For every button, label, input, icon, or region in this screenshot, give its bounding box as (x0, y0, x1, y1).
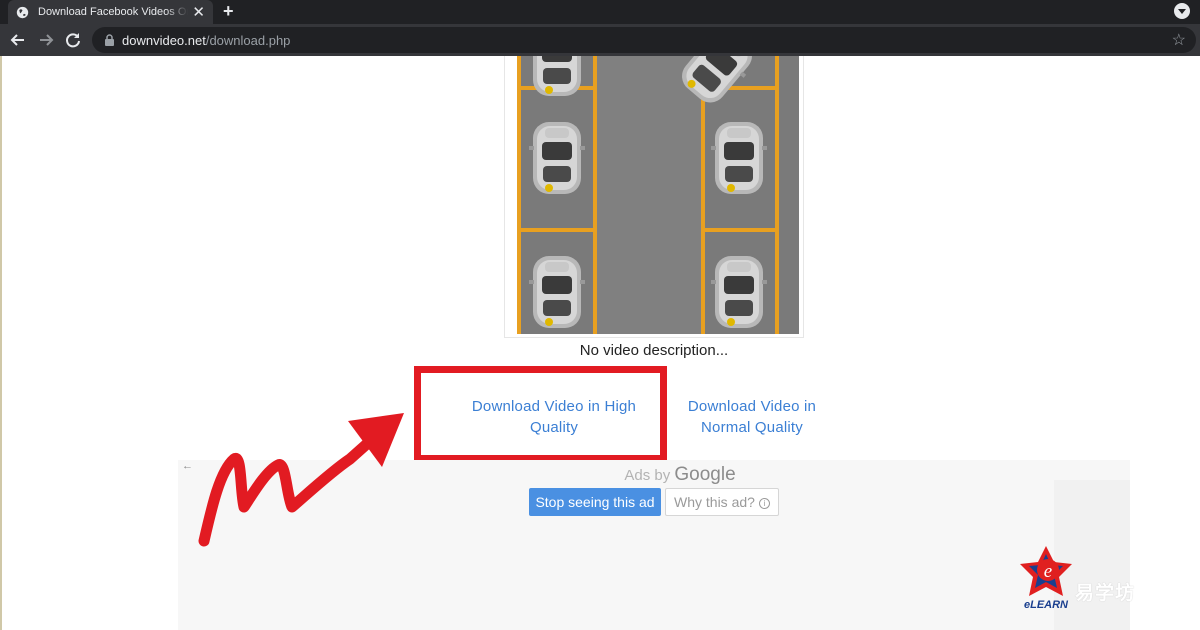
video-description: No video description... (579, 342, 729, 359)
stop-seeing-ad-button[interactable]: Stop seeing this ad (529, 488, 661, 516)
new-tab-icon[interactable]: + (223, 1, 234, 21)
video-thumbnail-frame (504, 56, 804, 338)
page-viewport: No video description... Download Video i… (0, 56, 1200, 630)
tab-search-icon[interactable] (1174, 3, 1190, 19)
watermark-text: 易学坊 (1075, 583, 1136, 604)
highlight-annotation-box (414, 366, 667, 462)
reload-icon[interactable] (63, 30, 83, 50)
close-tab-icon[interactable]: ✕ (192, 5, 205, 20)
address-bar[interactable]: downvideo.net/download.php ☆ (92, 27, 1196, 53)
browser-toolbar: downvideo.net/download.php ☆ (0, 24, 1200, 56)
browser-tab-bar: Download Facebook Videos Online ✕ + (0, 0, 1200, 24)
url-path: /download.php (205, 33, 291, 48)
forward-arrow-icon[interactable] (36, 30, 56, 50)
logo-letter: e (1044, 561, 1052, 582)
why-this-ad-button[interactable]: Why this ad? i (665, 488, 779, 516)
info-icon: i (758, 498, 770, 509)
globe-icon (16, 6, 29, 18)
google-brand: Google (674, 464, 736, 485)
ads-by-prefix: Ads by (624, 467, 671, 484)
browser-tab[interactable]: Download Facebook Videos Online ✕ (8, 0, 213, 24)
elearn-logo: e eLEARN (1020, 546, 1072, 610)
logo-word: eLEARN (1024, 599, 1069, 610)
url-host: downvideo.net (122, 33, 206, 48)
download-normal-quality-link[interactable]: Download Video in Normal Quality (672, 396, 832, 438)
bookmark-star-icon[interactable]: ☆ (1172, 30, 1186, 50)
why-this-ad-label: Why this ad? (674, 494, 755, 510)
back-arrow-icon[interactable] (8, 30, 28, 50)
red-arrow-annotation (198, 413, 404, 547)
video-thumbnail[interactable] (517, 56, 799, 334)
tab-title: Download Facebook Videos Online (38, 6, 188, 18)
lock-icon (105, 34, 114, 46)
url-text: downvideo.net/download.php (122, 33, 290, 48)
